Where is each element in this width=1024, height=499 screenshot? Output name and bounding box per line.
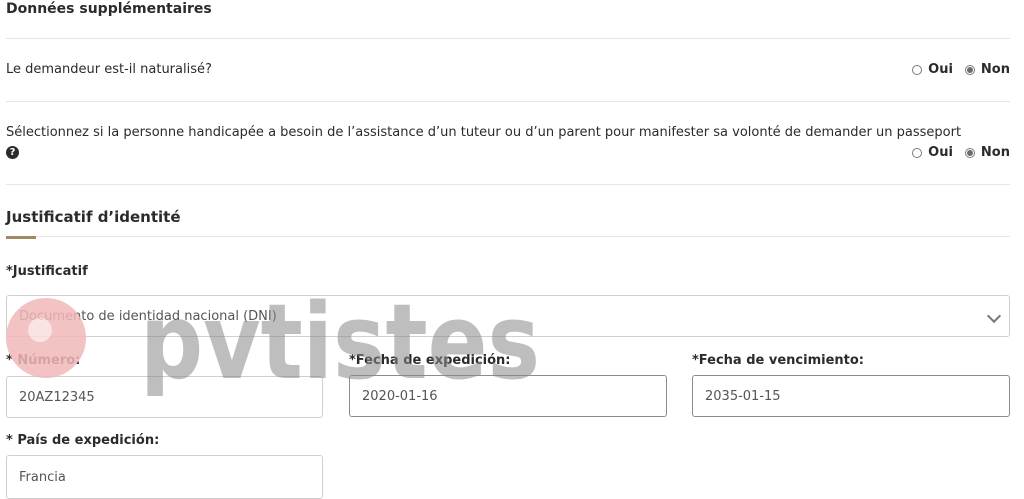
issue-date-label: *Fecha de expedición: [349, 353, 511, 368]
number-value: 20AZ12345 [19, 389, 95, 405]
radio-non-label[interactable]: Non [981, 145, 1010, 160]
expiry-date-label: *Fecha de vencimiento: [692, 353, 865, 368]
radio-group-disability: Oui Non [912, 145, 1010, 160]
radio-oui[interactable] [912, 64, 923, 75]
country-label: * País de expedición: [6, 433, 160, 448]
number-label: * Número: [6, 353, 81, 368]
section-title-additional: Données supplémentaires [6, 1, 212, 17]
question-naturalized: Le demandeur est-il naturalisé? [6, 62, 212, 77]
divider [6, 236, 1010, 237]
section-accent-bar [6, 236, 36, 239]
help-icon[interactable]: ? [6, 146, 19, 159]
issue-date-input[interactable]: 2020-01-16 [349, 375, 667, 417]
divider [6, 38, 1010, 39]
country-input[interactable]: Francia [6, 455, 323, 499]
divider [6, 184, 1010, 185]
radio-oui[interactable] [912, 147, 923, 158]
radio-non-label[interactable]: Non [981, 62, 1010, 77]
document-type-select[interactable]: Documento de identidad nacional (DNI) [6, 295, 1010, 337]
document-type-value: Documento de identidad nacional (DNI) [19, 308, 277, 324]
radio-non[interactable] [964, 147, 975, 158]
expiry-date-input[interactable]: 2035-01-15 [692, 375, 1010, 417]
chevron-down-icon [986, 308, 1002, 324]
radio-non[interactable] [964, 64, 975, 75]
radio-oui-label[interactable]: Oui [928, 62, 953, 77]
country-value: Francia [19, 469, 66, 485]
number-input[interactable]: 20AZ12345 [6, 376, 323, 418]
expiry-date-value: 2035-01-15 [705, 388, 781, 404]
section-title-identity: Justificatif d’identité [6, 208, 181, 226]
question-disability-assistance: Sélectionnez si la personne handicapée a… [6, 125, 962, 140]
radio-group-naturalized: Oui Non [912, 62, 1010, 77]
issue-date-value: 2020-01-16 [362, 388, 438, 404]
radio-oui-label[interactable]: Oui [928, 145, 953, 160]
document-type-label: *Justificatif [6, 264, 88, 279]
divider [6, 101, 1010, 102]
